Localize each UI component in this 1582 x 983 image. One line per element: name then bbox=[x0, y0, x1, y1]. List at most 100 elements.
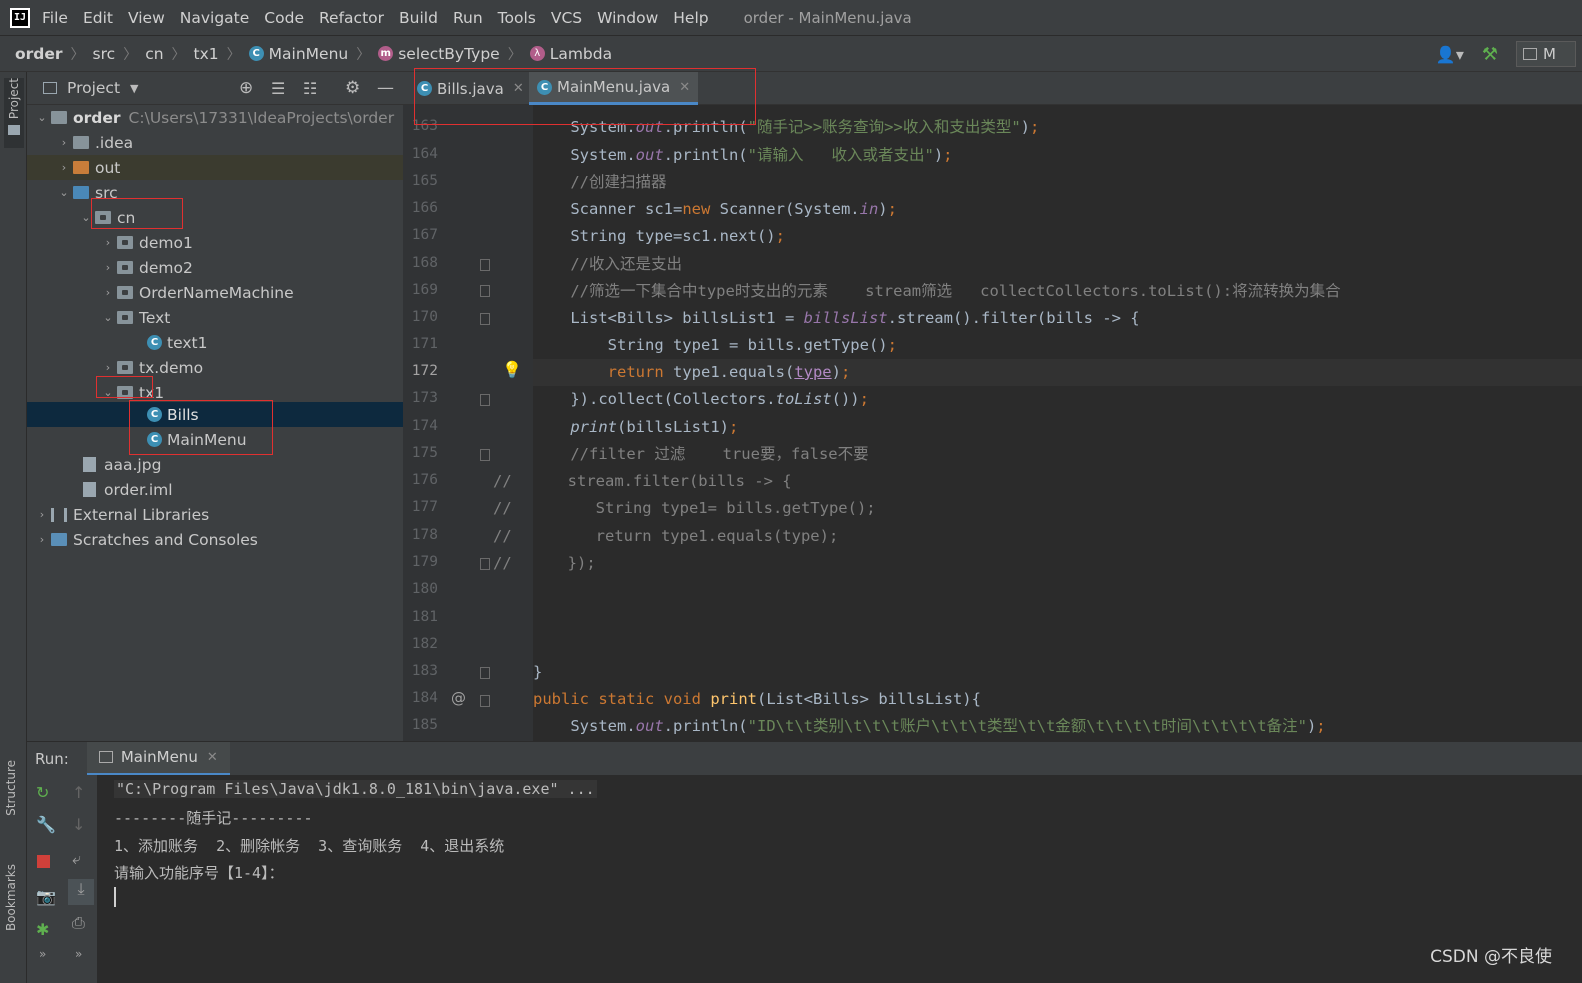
wrench-icon[interactable]: 🔧 bbox=[36, 815, 56, 834]
line-number[interactable]: 175 bbox=[403, 445, 438, 461]
tree-node-aaajpg[interactable]: aaa.jpg bbox=[27, 452, 403, 477]
override-marker-icon[interactable]: @ bbox=[451, 689, 466, 707]
structure-tool-button[interactable]: Structure bbox=[4, 760, 18, 820]
tree-node-orderiml[interactable]: order.iml bbox=[27, 477, 403, 502]
line-number[interactable]: 181 bbox=[403, 609, 438, 625]
run-tab-mainmenu[interactable]: MainMenu ✕ bbox=[86, 741, 230, 776]
tree-node-order[interactable]: ⌄ order C:\Users\17331\IdeaProjects\orde… bbox=[27, 105, 403, 130]
chevron-right-icon[interactable]: › bbox=[99, 286, 117, 299]
rerun-icon[interactable]: ↻ bbox=[36, 783, 49, 802]
crumb-selectbytype[interactable]: m selectByType bbox=[378, 45, 500, 63]
fold-marker-icon[interactable] bbox=[480, 449, 490, 461]
line-number[interactable]: 180 bbox=[403, 581, 438, 597]
project-tool-button[interactable]: Project bbox=[4, 78, 24, 148]
line-number[interactable]: 178 bbox=[403, 527, 438, 543]
expand-all-icon[interactable]: ☰ bbox=[271, 79, 285, 98]
chevron-right-icon[interactable]: › bbox=[33, 533, 51, 546]
chevron-right-icon[interactable]: › bbox=[55, 161, 73, 174]
tree-node-text[interactable]: ⌄ Text bbox=[27, 305, 403, 330]
crumb-lambda[interactable]: λ Lambda bbox=[529, 45, 612, 63]
menu-file[interactable]: File bbox=[42, 9, 68, 27]
tree-node-demo2[interactable]: › demo2 bbox=[27, 255, 403, 280]
line-number[interactable]: 166 bbox=[403, 200, 438, 216]
console-output[interactable] bbox=[97, 775, 1582, 983]
close-icon[interactable]: ✕ bbox=[207, 750, 218, 765]
line-number[interactable]: 183 bbox=[403, 663, 438, 679]
line-number[interactable]: 165 bbox=[403, 173, 438, 189]
menu-refactor[interactable]: Refactor bbox=[319, 9, 384, 27]
line-number[interactable]: 177 bbox=[403, 499, 438, 515]
line-number[interactable]: 176 bbox=[403, 472, 438, 488]
menu-navigate[interactable]: Navigate bbox=[180, 9, 250, 27]
line-number[interactable]: 171 bbox=[403, 336, 438, 352]
crumb-order[interactable]: order bbox=[15, 45, 63, 63]
fold-marker-icon[interactable] bbox=[480, 394, 490, 406]
chevron-right-icon[interactable]: › bbox=[99, 236, 117, 249]
menu-window[interactable]: Window bbox=[597, 9, 658, 27]
camera-icon[interactable]: 📷 bbox=[36, 887, 56, 906]
soft-wrap-icon[interactable]: ⤶ bbox=[72, 849, 81, 869]
menu-view[interactable]: View bbox=[128, 9, 165, 27]
fold-marker-icon[interactable] bbox=[480, 313, 490, 325]
minimize-icon[interactable]: — bbox=[377, 78, 394, 98]
bookmarks-tool-button[interactable]: Bookmarks bbox=[4, 864, 18, 935]
debug-icon[interactable]: ✱ bbox=[36, 920, 49, 939]
line-number[interactable]: 174 bbox=[403, 418, 438, 434]
menu-edit[interactable]: Edit bbox=[83, 9, 113, 27]
tree-node-idea[interactable]: › .idea bbox=[27, 130, 403, 155]
tree-node-text1[interactable]: C text1 bbox=[27, 330, 403, 355]
chevron-down-icon[interactable]: ⌄ bbox=[33, 111, 51, 124]
crumb-src[interactable]: src bbox=[93, 45, 116, 63]
tree-node-out[interactable]: › out bbox=[27, 155, 403, 180]
fold-marker-icon[interactable] bbox=[480, 695, 490, 707]
chevron-down-icon[interactable]: ⌄ bbox=[55, 186, 73, 199]
fold-marker-icon[interactable] bbox=[480, 259, 490, 271]
menu-build[interactable]: Build bbox=[399, 9, 438, 27]
line-number[interactable]: 169 bbox=[403, 282, 438, 298]
line-number[interactable]: 167 bbox=[403, 227, 438, 243]
crumb-cn[interactable]: cn bbox=[145, 45, 163, 63]
line-number[interactable]: 173 bbox=[403, 390, 438, 406]
tree-node-src[interactable]: ⌄ src bbox=[27, 180, 403, 205]
more-icon[interactable]: » bbox=[75, 947, 82, 961]
arrow-down-icon[interactable]: ↓ bbox=[72, 815, 85, 834]
collapse-all-icon[interactable]: ☷ bbox=[303, 79, 317, 98]
arrow-up-icon[interactable]: ↑ bbox=[72, 783, 85, 802]
line-number[interactable]: 179 bbox=[403, 554, 438, 570]
gear-icon[interactable]: ⚙ bbox=[345, 78, 360, 98]
tree-node-cn[interactable]: ⌄ cn bbox=[27, 205, 403, 230]
chevron-right-icon[interactable]: › bbox=[99, 261, 117, 274]
tree-node-external-libraries[interactable]: › External Libraries bbox=[27, 502, 403, 527]
stop-icon[interactable] bbox=[37, 855, 50, 868]
locate-icon[interactable]: ⊕ bbox=[239, 78, 253, 98]
chevron-right-icon[interactable]: › bbox=[99, 361, 117, 374]
line-number[interactable]: 170 bbox=[403, 309, 438, 325]
chevron-right-icon[interactable]: › bbox=[55, 136, 73, 149]
fold-marker-icon[interactable] bbox=[480, 558, 490, 570]
crumb-tx1[interactable]: tx1 bbox=[194, 45, 219, 63]
crumb-mainmenu[interactable]: C MainMenu bbox=[248, 45, 348, 63]
line-number[interactable]: 184 bbox=[403, 690, 438, 706]
tree-node-demo1[interactable]: › demo1 bbox=[27, 230, 403, 255]
tree-node-scratches[interactable]: › Scratches and Consoles bbox=[27, 527, 403, 552]
menu-code[interactable]: Code bbox=[264, 9, 304, 27]
fold-marker-icon[interactable] bbox=[480, 667, 490, 679]
lightbulb-icon[interactable]: 💡 bbox=[502, 360, 522, 379]
print-icon[interactable]: ⎙ bbox=[72, 913, 85, 933]
user-icon[interactable]: 👤▾ bbox=[1436, 45, 1464, 64]
chevron-right-icon[interactable]: › bbox=[33, 508, 51, 521]
scroll-to-end-icon[interactable]: ⤓ bbox=[68, 879, 94, 905]
line-number[interactable]: 172 bbox=[403, 363, 438, 379]
tree-node-txdemo[interactable]: › tx.demo bbox=[27, 355, 403, 380]
menu-tools[interactable]: Tools bbox=[498, 9, 536, 27]
build-hammer-icon[interactable]: ⚒ bbox=[1482, 44, 1498, 65]
menu-vcs[interactable]: VCS bbox=[551, 9, 582, 27]
menu-help[interactable]: Help bbox=[673, 9, 708, 27]
line-number[interactable]: 168 bbox=[403, 255, 438, 271]
chevron-down-icon[interactable]: ⌄ bbox=[99, 311, 117, 324]
project-view-select[interactable]: Project bbox=[67, 79, 120, 97]
fold-marker-icon[interactable] bbox=[480, 285, 490, 297]
run-config-select[interactable]: M bbox=[1516, 41, 1576, 67]
line-number[interactable]: 182 bbox=[403, 636, 438, 652]
line-number[interactable]: 164 bbox=[403, 146, 438, 162]
